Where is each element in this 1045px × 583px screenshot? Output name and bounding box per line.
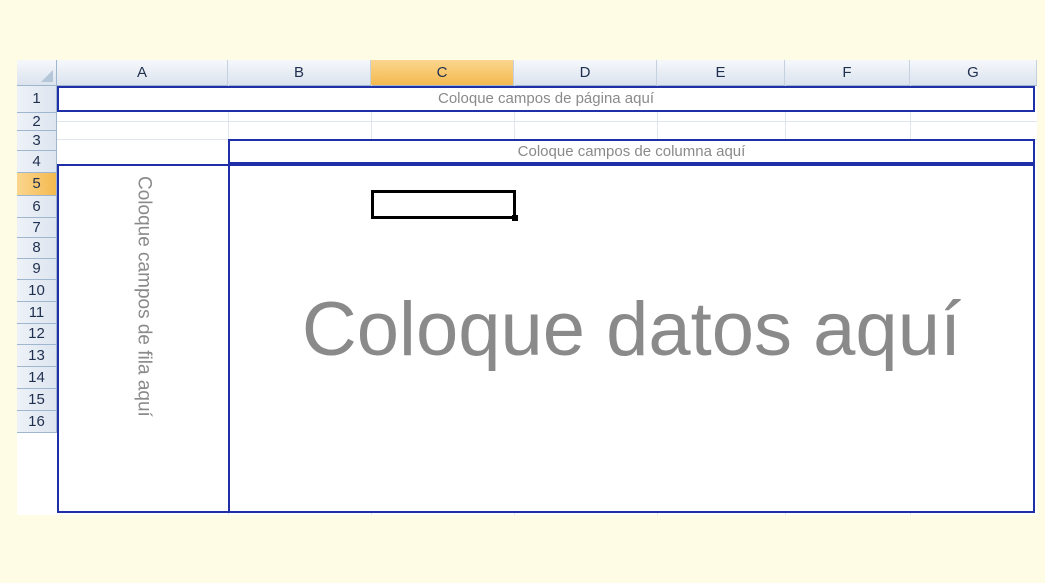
- row-header-5[interactable]: 5: [17, 173, 57, 196]
- select-all-triangle-icon: [41, 70, 53, 82]
- row-header-16[interactable]: 16: [17, 411, 57, 433]
- pivot-page-fields-dropzone[interactable]: Coloque campos de página aquí: [57, 86, 1035, 112]
- row-header-7[interactable]: 7: [17, 218, 57, 238]
- row-header-4[interactable]: 4: [17, 151, 57, 173]
- row-header-13[interactable]: 13: [17, 345, 57, 367]
- select-all-corner[interactable]: [17, 60, 57, 85]
- data-fields-label: Coloque datos aquí: [301, 287, 962, 372]
- row-fields-label: Coloque campos de fila aquí: [133, 176, 155, 417]
- row-header-10[interactable]: 10: [17, 280, 57, 302]
- pivot-row-fields-dropzone[interactable]: Coloque campos de fila aquí: [57, 164, 230, 513]
- row-header-11[interactable]: 11: [17, 302, 57, 324]
- column-header-a[interactable]: A: [57, 60, 228, 85]
- active-cell-c5[interactable]: [371, 190, 518, 221]
- fill-handle[interactable]: [512, 215, 518, 221]
- row-header-3[interactable]: 3: [17, 131, 57, 151]
- column-header-f[interactable]: F: [785, 60, 910, 85]
- row-header-2[interactable]: 2: [17, 113, 57, 131]
- row-header-9[interactable]: 9: [17, 259, 57, 280]
- gridline: [57, 121, 1037, 122]
- row-header-8[interactable]: 8: [17, 238, 57, 259]
- row-header-12[interactable]: 12: [17, 324, 57, 345]
- column-header-e[interactable]: E: [657, 60, 785, 85]
- row-header-15[interactable]: 15: [17, 389, 57, 411]
- pivot-data-fields-dropzone[interactable]: Coloque datos aquí: [228, 164, 1035, 513]
- column-fields-label: Coloque campos de columna aquí: [517, 143, 746, 160]
- row-header-1[interactable]: 1: [17, 86, 57, 113]
- page-fields-label: Coloque campos de página aquí: [438, 90, 654, 107]
- column-header-b[interactable]: B: [228, 60, 371, 85]
- spreadsheet-grid: A B C D E F G 1 2 3 4 5 6 7 8 9 10 11 12…: [17, 60, 1037, 515]
- pivot-column-fields-dropzone[interactable]: Coloque campos de columna aquí: [228, 139, 1035, 164]
- column-header-g[interactable]: G: [910, 60, 1037, 85]
- row-header-6[interactable]: 6: [17, 196, 57, 218]
- column-header-c[interactable]: C: [371, 60, 514, 85]
- column-header-d[interactable]: D: [514, 60, 657, 85]
- row-header-14[interactable]: 14: [17, 367, 57, 389]
